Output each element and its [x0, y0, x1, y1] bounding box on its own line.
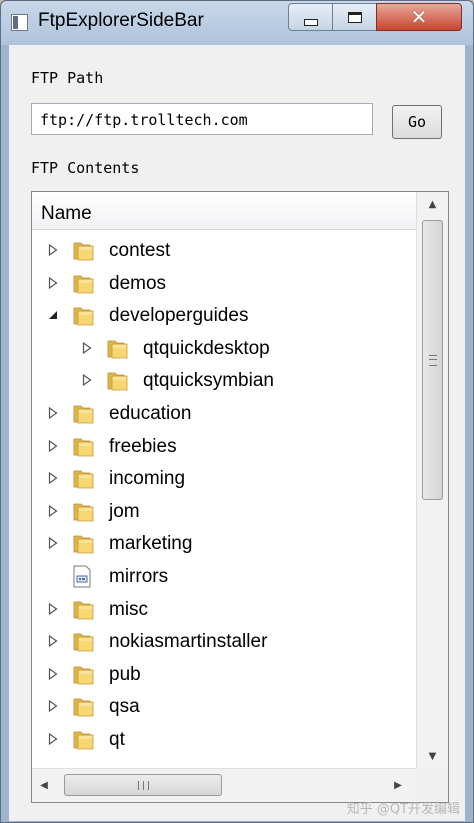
expand-arrow-icon[interactable]: [46, 699, 60, 713]
tree-item-label: qtquickdesktop: [143, 337, 270, 359]
file-icon: [72, 565, 92, 588]
tree-item-label: mirrors: [109, 565, 169, 587]
main-panel: FTP Path ftp://ftp.trolltech.com Go FTP …: [9, 45, 465, 821]
close-button[interactable]: ✕: [376, 3, 462, 31]
expand-arrow-icon[interactable]: [46, 471, 60, 485]
expand-arrow-icon[interactable]: [46, 602, 60, 616]
tree-item-label: marketing: [109, 533, 193, 555]
watermark: 知乎 @QT开发编辑: [346, 802, 460, 817]
tree-item-contest[interactable]: contest: [32, 234, 416, 267]
tree-item-qt[interactable]: qt: [32, 723, 416, 756]
tree-item-marketing[interactable]: marketing: [32, 527, 416, 560]
grip-icon: [137, 780, 149, 790]
maximize-icon: [347, 11, 362, 23]
folder-icon: [72, 696, 95, 717]
expand-arrow-icon[interactable]: [46, 276, 60, 290]
tree-item-jom[interactable]: jom: [32, 495, 416, 528]
expand-arrow-icon[interactable]: [46, 406, 60, 420]
folder-icon: [72, 631, 95, 652]
app-icon: [11, 14, 28, 31]
tree-item-qsa[interactable]: qsa: [32, 690, 416, 723]
ftp-path-input[interactable]: ftp://ftp.trolltech.com: [31, 103, 373, 135]
close-icon: ✕: [410, 5, 428, 29]
minimize-icon: [303, 18, 318, 26]
tree-item-education[interactable]: education: [32, 397, 416, 430]
ftp-contents-tree[interactable]: Name contest demos developerguides qtqui…: [31, 191, 449, 803]
tree-item-label: contest: [109, 240, 171, 261]
tree-item-label: qsa: [109, 696, 140, 718]
app-window: FtpExplorerSideBar ✕ FTP Path ftp://ftp.…: [0, 0, 474, 823]
tree-item-label: qtquicksymbian: [143, 370, 274, 392]
maximize-button[interactable]: [332, 3, 377, 31]
go-button[interactable]: Go: [392, 105, 442, 139]
folder-icon: [106, 338, 129, 359]
horizontal-scroll-thumb[interactable]: [64, 774, 222, 796]
folder-icon: [72, 240, 95, 261]
vertical-scrollbar[interactable]: ▲ ▼: [416, 192, 448, 768]
tree-item-label: education: [109, 402, 192, 424]
tree-item-label: demos: [109, 272, 167, 294]
tree-item-incoming[interactable]: incoming: [32, 462, 416, 495]
tree-item-label: pub: [109, 663, 141, 685]
vertical-scroll-thumb[interactable]: [422, 220, 443, 500]
expand-arrow-icon[interactable]: [46, 504, 60, 518]
folder-icon: [72, 729, 95, 750]
tree-item-freebies[interactable]: freebies: [32, 430, 416, 463]
ftp-path-label: FTP Path: [31, 69, 104, 87]
folder-icon: [106, 370, 129, 391]
tree-item-pub[interactable]: pub: [32, 658, 416, 691]
tree-item-label: developerguides: [109, 305, 249, 327]
expand-arrow-icon[interactable]: [46, 732, 60, 746]
tree-item-developerguides[interactable]: developerguides: [32, 299, 416, 332]
expand-arrow-icon[interactable]: [46, 536, 60, 550]
tree-item-label: qt: [109, 728, 125, 750]
tree-item-label: freebies: [109, 435, 177, 457]
tree-item-misc[interactable]: misc: [32, 593, 416, 626]
tree-item-label: nokiasmartinstaller: [109, 631, 268, 653]
tree-item-label: misc: [109, 598, 149, 620]
expand-arrow-icon[interactable]: [46, 243, 60, 257]
tree-item-label: incoming: [109, 468, 186, 490]
folder-icon: [72, 436, 95, 457]
tree-rows: contest demos developerguides qtquickdes…: [32, 234, 416, 756]
folder-icon: [72, 533, 95, 554]
tree-item-label: jom: [109, 500, 140, 522]
expand-arrow-icon[interactable]: [46, 634, 60, 648]
folder-icon: [72, 501, 95, 522]
tree-item-demos[interactable]: demos: [32, 267, 416, 300]
tree-item-nokiasmartinstaller[interactable]: nokiasmartinstaller: [32, 625, 416, 658]
minimize-button[interactable]: [288, 3, 333, 31]
name-column-header[interactable]: Name: [32, 192, 416, 230]
horizontal-scrollbar[interactable]: ◀ ▶: [32, 768, 416, 802]
folder-icon: [72, 403, 95, 424]
grip-icon: [428, 354, 437, 366]
folder-icon: [72, 305, 95, 326]
folder-icon: [72, 599, 95, 620]
scroll-down-arrow-icon[interactable]: ▼: [417, 744, 448, 768]
ftp-contents-label: FTP Contents: [31, 159, 140, 177]
expand-arrow-icon[interactable]: [46, 439, 60, 453]
expand-arrow-icon[interactable]: [46, 667, 60, 681]
scroll-right-arrow-icon[interactable]: ▶: [388, 775, 408, 795]
scroll-up-arrow-icon[interactable]: ▲: [417, 192, 448, 216]
folder-icon: [72, 468, 95, 489]
window-title: FtpExplorerSideBar: [38, 10, 204, 31]
expanded-arrow-icon[interactable]: [46, 308, 60, 322]
title-bar[interactable]: FtpExplorerSideBar ✕: [1, 1, 473, 45]
tree-item-mirrors[interactable]: mirrors: [32, 560, 416, 593]
folder-icon: [72, 664, 95, 685]
expand-arrow-icon[interactable]: [80, 373, 94, 387]
expand-arrow-icon[interactable]: [80, 341, 94, 355]
scrollbar-corner: [416, 768, 448, 802]
scroll-left-arrow-icon[interactable]: ◀: [34, 775, 54, 795]
tree-item-qtquicksymbian[interactable]: qtquicksymbian: [32, 364, 416, 397]
tree-item-qtquickdesktop[interactable]: qtquickdesktop: [32, 332, 416, 365]
folder-icon: [72, 273, 95, 294]
